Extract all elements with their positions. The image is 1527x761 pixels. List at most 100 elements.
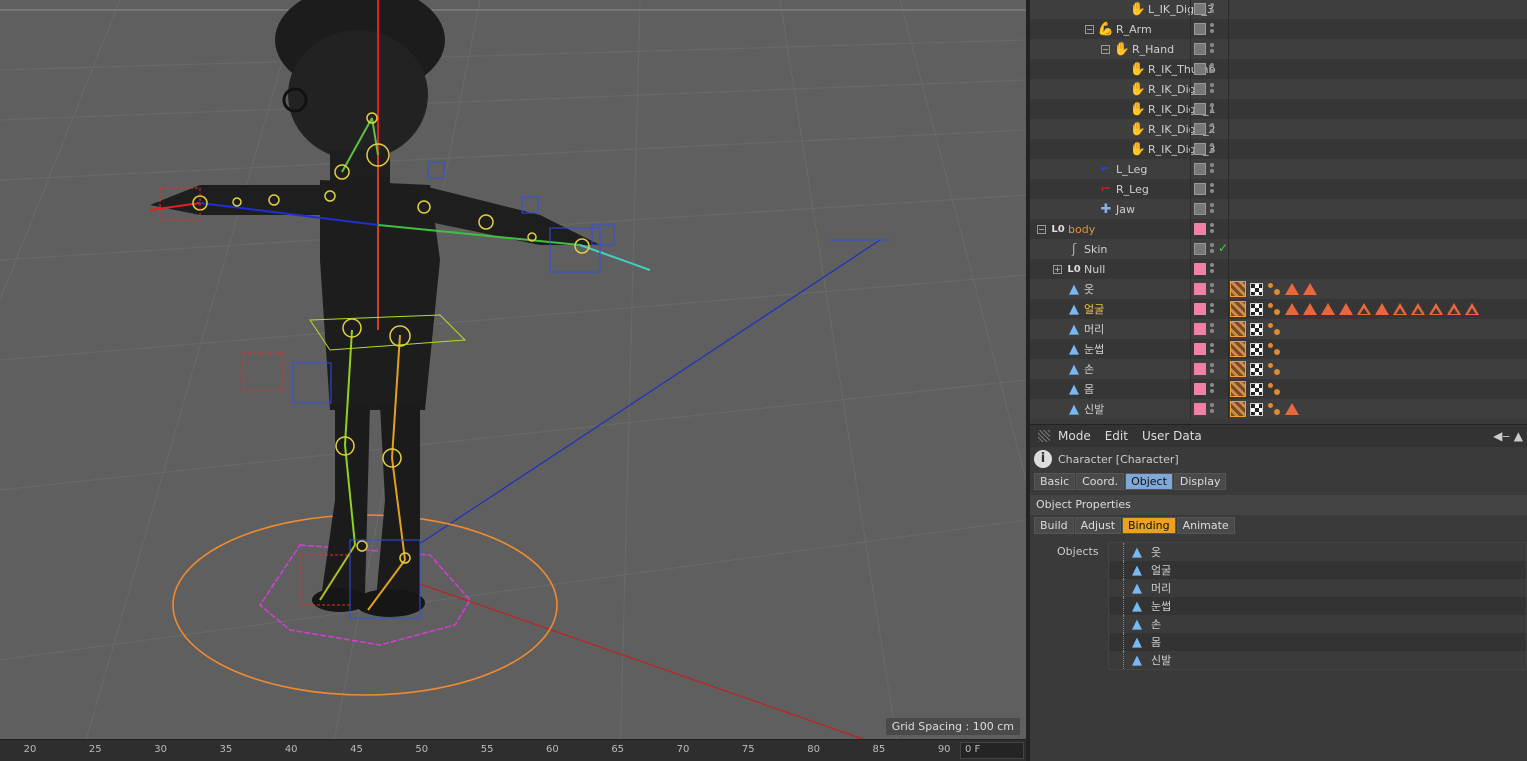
object-name[interactable]: R_Hand bbox=[1132, 43, 1174, 56]
layer-color-swatch[interactable] bbox=[1194, 123, 1206, 135]
list-item[interactable]: ▲ 손 bbox=[1109, 615, 1526, 633]
object-name[interactable]: Skin bbox=[1084, 243, 1107, 256]
object-row[interactable]: ✋ R_IK_Thumb bbox=[1030, 59, 1527, 79]
pose-morph-tag-icon[interactable] bbox=[1285, 283, 1299, 295]
visibility-dots-icon[interactable] bbox=[1209, 62, 1215, 76]
menu-edit[interactable]: Edit bbox=[1105, 429, 1128, 443]
texture-tag-icon[interactable] bbox=[1250, 362, 1263, 376]
texture-tag-icon[interactable] bbox=[1250, 382, 1263, 396]
material-tag-icon[interactable] bbox=[1230, 381, 1246, 397]
visibility-dots-icon[interactable] bbox=[1209, 2, 1215, 16]
tab-object[interactable]: Object bbox=[1125, 473, 1173, 490]
object-name[interactable]: Jaw bbox=[1116, 203, 1135, 216]
visibility-dots-icon[interactable] bbox=[1209, 242, 1215, 256]
nav-back-icon[interactable]: ◀‒ ▲ bbox=[1493, 429, 1523, 443]
layer-color-swatch[interactable] bbox=[1194, 263, 1206, 275]
object-row[interactable]: ʃ Skin ✓ bbox=[1030, 239, 1527, 259]
weight-tag-icon[interactable] bbox=[1267, 301, 1281, 317]
expand-icon[interactable]: + bbox=[1053, 265, 1062, 274]
material-tag-icon[interactable] bbox=[1230, 401, 1246, 417]
collapse-icon[interactable]: − bbox=[1085, 25, 1094, 34]
object-name[interactable]: body bbox=[1068, 223, 1095, 236]
subtab-binding[interactable]: Binding bbox=[1122, 517, 1176, 534]
weight-tag-icon[interactable] bbox=[1267, 401, 1281, 417]
material-tag-icon[interactable] bbox=[1230, 361, 1246, 377]
visibility-dots-icon[interactable] bbox=[1209, 402, 1215, 416]
object-row[interactable]: ▲ 머리 bbox=[1030, 319, 1527, 339]
visibility-dots-icon[interactable] bbox=[1209, 302, 1215, 316]
objects-list[interactable]: ▲ 옷 ▲ 얼굴 ▲ 머리 ▲ 눈썹 ▲ 손 ▲ 몸 ▲ 신발 bbox=[1108, 542, 1527, 670]
pose-morph-tag-icon[interactable] bbox=[1285, 403, 1299, 415]
visibility-dots-icon[interactable] bbox=[1209, 142, 1215, 156]
morph-tag-icon[interactable] bbox=[1429, 302, 1443, 316]
object-name[interactable]: R_Leg bbox=[1116, 183, 1149, 196]
object-row[interactable]: ▲ 얼굴 bbox=[1030, 299, 1527, 319]
material-tag-icon[interactable] bbox=[1230, 341, 1246, 357]
layer-color-swatch[interactable] bbox=[1194, 163, 1206, 175]
layer-color-swatch[interactable] bbox=[1194, 3, 1206, 15]
collapse-icon[interactable]: − bbox=[1037, 225, 1046, 234]
morph-tag-icon[interactable] bbox=[1411, 302, 1425, 316]
visibility-dots-icon[interactable] bbox=[1209, 262, 1215, 276]
visibility-dots-icon[interactable] bbox=[1209, 382, 1215, 396]
object-name[interactable]: 옷 bbox=[1084, 281, 1094, 297]
visibility-dots-icon[interactable] bbox=[1209, 82, 1215, 96]
layer-color-swatch[interactable] bbox=[1194, 143, 1206, 155]
layer-color-swatch[interactable] bbox=[1194, 243, 1206, 255]
visibility-dots-icon[interactable] bbox=[1209, 22, 1215, 36]
weight-tag-icon[interactable] bbox=[1267, 281, 1281, 297]
object-row[interactable]: ✋ R_IK_Digit bbox=[1030, 79, 1527, 99]
list-item[interactable]: ▲ 눈썹 bbox=[1109, 597, 1526, 615]
visibility-dots-icon[interactable] bbox=[1209, 282, 1215, 296]
tab-display[interactable]: Display bbox=[1173, 473, 1227, 490]
object-row[interactable]: − ✋ R_Hand bbox=[1030, 39, 1527, 59]
texture-tag-icon[interactable] bbox=[1250, 342, 1263, 356]
object-name[interactable]: R_Arm bbox=[1116, 23, 1152, 36]
subtab-adjust[interactable]: Adjust bbox=[1074, 517, 1122, 534]
texture-tag-icon[interactable] bbox=[1250, 282, 1263, 296]
visibility-dots-icon[interactable] bbox=[1209, 122, 1215, 136]
object-name[interactable]: L_Leg bbox=[1116, 163, 1147, 176]
weight-tag-icon[interactable] bbox=[1267, 381, 1281, 397]
layer-color-swatch[interactable] bbox=[1194, 103, 1206, 115]
visibility-dots-icon[interactable] bbox=[1209, 362, 1215, 376]
object-row[interactable]: ▲ 옷 bbox=[1030, 279, 1527, 299]
current-frame-field[interactable]: 0 F bbox=[960, 742, 1024, 759]
pose-morph-tag-icon[interactable] bbox=[1285, 303, 1299, 315]
material-tag-icon[interactable] bbox=[1230, 301, 1246, 317]
object-row[interactable]: ✋ R_IK_Digit_3 bbox=[1030, 139, 1527, 159]
visibility-dots-icon[interactable] bbox=[1209, 322, 1215, 336]
object-row[interactable]: ▲ 몸 bbox=[1030, 379, 1527, 399]
layer-color-swatch[interactable] bbox=[1194, 23, 1206, 35]
layer-color-swatch[interactable] bbox=[1194, 203, 1206, 215]
weight-tag-icon[interactable] bbox=[1267, 341, 1281, 357]
pose-morph-tag-icon[interactable] bbox=[1321, 303, 1335, 315]
subtab-build[interactable]: Build bbox=[1034, 517, 1074, 534]
texture-tag-icon[interactable] bbox=[1250, 402, 1263, 416]
layer-color-swatch[interactable] bbox=[1194, 183, 1206, 195]
layer-color-swatch[interactable] bbox=[1194, 303, 1206, 315]
object-row[interactable]: ✚ Jaw bbox=[1030, 199, 1527, 219]
collapse-icon[interactable]: − bbox=[1101, 45, 1110, 54]
pose-morph-tag-icon[interactable] bbox=[1339, 303, 1353, 315]
tab-coord[interactable]: Coord. bbox=[1076, 473, 1125, 490]
object-row[interactable]: ▲ 눈썹 bbox=[1030, 339, 1527, 359]
layer-color-swatch[interactable] bbox=[1194, 83, 1206, 95]
tab-basic[interactable]: Basic bbox=[1034, 473, 1076, 490]
object-row[interactable]: ⌐ L_Leg bbox=[1030, 159, 1527, 179]
weight-tag-icon[interactable] bbox=[1267, 321, 1281, 337]
visibility-dots-icon[interactable] bbox=[1209, 42, 1215, 56]
layer-color-swatch[interactable] bbox=[1194, 403, 1206, 415]
list-item[interactable]: ▲ 머리 bbox=[1109, 579, 1526, 597]
texture-tag-icon[interactable] bbox=[1250, 322, 1263, 336]
morph-tag-icon[interactable] bbox=[1447, 302, 1461, 316]
list-item[interactable]: ▲ 얼굴 bbox=[1109, 561, 1526, 579]
visibility-dots-icon[interactable] bbox=[1209, 342, 1215, 356]
pose-morph-tag-icon[interactable] bbox=[1375, 303, 1389, 315]
layer-color-swatch[interactable] bbox=[1194, 363, 1206, 375]
object-name[interactable]: 눈썹 bbox=[1084, 341, 1104, 357]
subtab-animate[interactable]: Animate bbox=[1176, 517, 1235, 534]
enabled-check-icon[interactable]: ✓ bbox=[1218, 241, 1228, 255]
layer-color-swatch[interactable] bbox=[1194, 283, 1206, 295]
object-name[interactable]: 몸 bbox=[1084, 381, 1094, 397]
